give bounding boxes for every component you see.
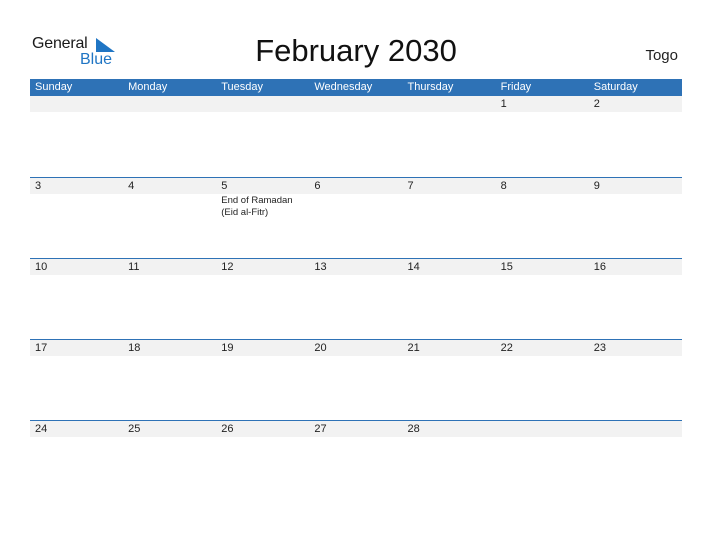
weekday-header: Sunday Monday Tuesday Wednesday Thursday… <box>30 79 682 96</box>
day-cell: 12 <box>216 259 309 339</box>
day-cell: 24 <box>30 421 123 501</box>
day-number: 23 <box>593 342 606 354</box>
day-number: 25 <box>128 423 141 435</box>
day-cell: 11 <box>123 259 216 339</box>
day-cell: 7 <box>403 178 496 258</box>
day-cell: 22 <box>496 340 589 420</box>
day-cell: 27 <box>309 421 402 501</box>
day-number: 28 <box>407 423 420 435</box>
day-number: 16 <box>593 261 606 273</box>
day-number: 14 <box>407 261 420 273</box>
day-cell: 6 <box>309 178 402 258</box>
day-cell: 28 <box>403 421 496 501</box>
day-number: 4 <box>128 180 135 192</box>
day-number: 13 <box>314 261 327 273</box>
day-number: 22 <box>500 342 513 354</box>
day-cell: 23 <box>589 340 682 420</box>
day-cell <box>30 96 123 177</box>
page-title: February 2030 <box>255 33 457 68</box>
day-number: 15 <box>500 261 513 273</box>
day-cell: 2 <box>589 96 682 177</box>
day-number: 19 <box>221 342 234 354</box>
week-row: 3 4 5 End of Ramadan (Eid al-Fitr) 6 7 8 9 <box>30 177 682 258</box>
day-cell: 9 <box>589 178 682 258</box>
weekday-monday: Monday <box>128 81 168 93</box>
day-cell <box>216 96 309 177</box>
day-number: 17 <box>35 342 48 354</box>
day-number: 26 <box>221 423 234 435</box>
day-cell: 1 <box>496 96 589 177</box>
day-number: 6 <box>314 180 321 192</box>
day-number: 12 <box>221 261 234 273</box>
day-cell: 17 <box>30 340 123 420</box>
weekday-friday: Friday <box>500 81 532 93</box>
day-cell: 3 <box>30 178 123 258</box>
day-cell <box>309 96 402 177</box>
weekday-thursday: Thursday <box>407 81 454 93</box>
day-cell <box>403 96 496 177</box>
day-cell: 26 <box>216 421 309 501</box>
day-number: 2 <box>593 98 600 110</box>
day-number: 1 <box>500 98 507 110</box>
weekday-wednesday: Wednesday <box>314 81 373 93</box>
day-number: 7 <box>407 180 414 192</box>
day-number: 3 <box>35 180 42 192</box>
holiday-event: End of Ramadan (Eid al-Fitr) <box>221 195 293 218</box>
day-number: 10 <box>35 261 48 273</box>
day-cell: 14 <box>403 259 496 339</box>
day-number: 20 <box>314 342 327 354</box>
day-cell: 19 <box>216 340 309 420</box>
week-row: 10 11 12 13 14 15 16 <box>30 258 682 339</box>
day-cell <box>123 96 216 177</box>
day-cell <box>589 421 682 501</box>
calendar-grid: 1 2 3 4 5 End of Ramadan (Eid al-Fitr) 6 7 8 9 10 1… <box>30 96 682 501</box>
day-cell: 20 <box>309 340 402 420</box>
weekday-saturday: Saturday <box>593 81 638 93</box>
day-number: 9 <box>593 180 600 192</box>
day-cell: 8 <box>496 178 589 258</box>
day-cell: 16 <box>589 259 682 339</box>
day-cell: 18 <box>123 340 216 420</box>
day-number: 24 <box>35 423 48 435</box>
day-cell <box>496 421 589 501</box>
day-cell: 10 <box>30 259 123 339</box>
day-number: 11 <box>128 261 140 273</box>
day-cell: 25 <box>123 421 216 501</box>
weekday-tuesday: Tuesday <box>221 81 264 93</box>
day-cell: 21 <box>403 340 496 420</box>
day-cell: 13 <box>309 259 402 339</box>
weekday-sunday: Sunday <box>35 81 73 93</box>
country-label: Togo <box>645 47 678 64</box>
day-cell: 5 End of Ramadan (Eid al-Fitr) <box>216 178 309 258</box>
week-row: 24 25 26 27 28 <box>30 420 682 501</box>
week-row: 12 <box>30 96 682 177</box>
day-number: 27 <box>314 423 327 435</box>
day-number: 18 <box>128 342 141 354</box>
day-cell: 15 <box>496 259 589 339</box>
week-row: 17 18 19 20 21 22 23 <box>30 339 682 420</box>
day-number: 21 <box>407 342 420 354</box>
day-number: 8 <box>500 180 507 192</box>
day-cell: 4 <box>123 178 216 258</box>
day-number: 5 <box>221 180 228 192</box>
